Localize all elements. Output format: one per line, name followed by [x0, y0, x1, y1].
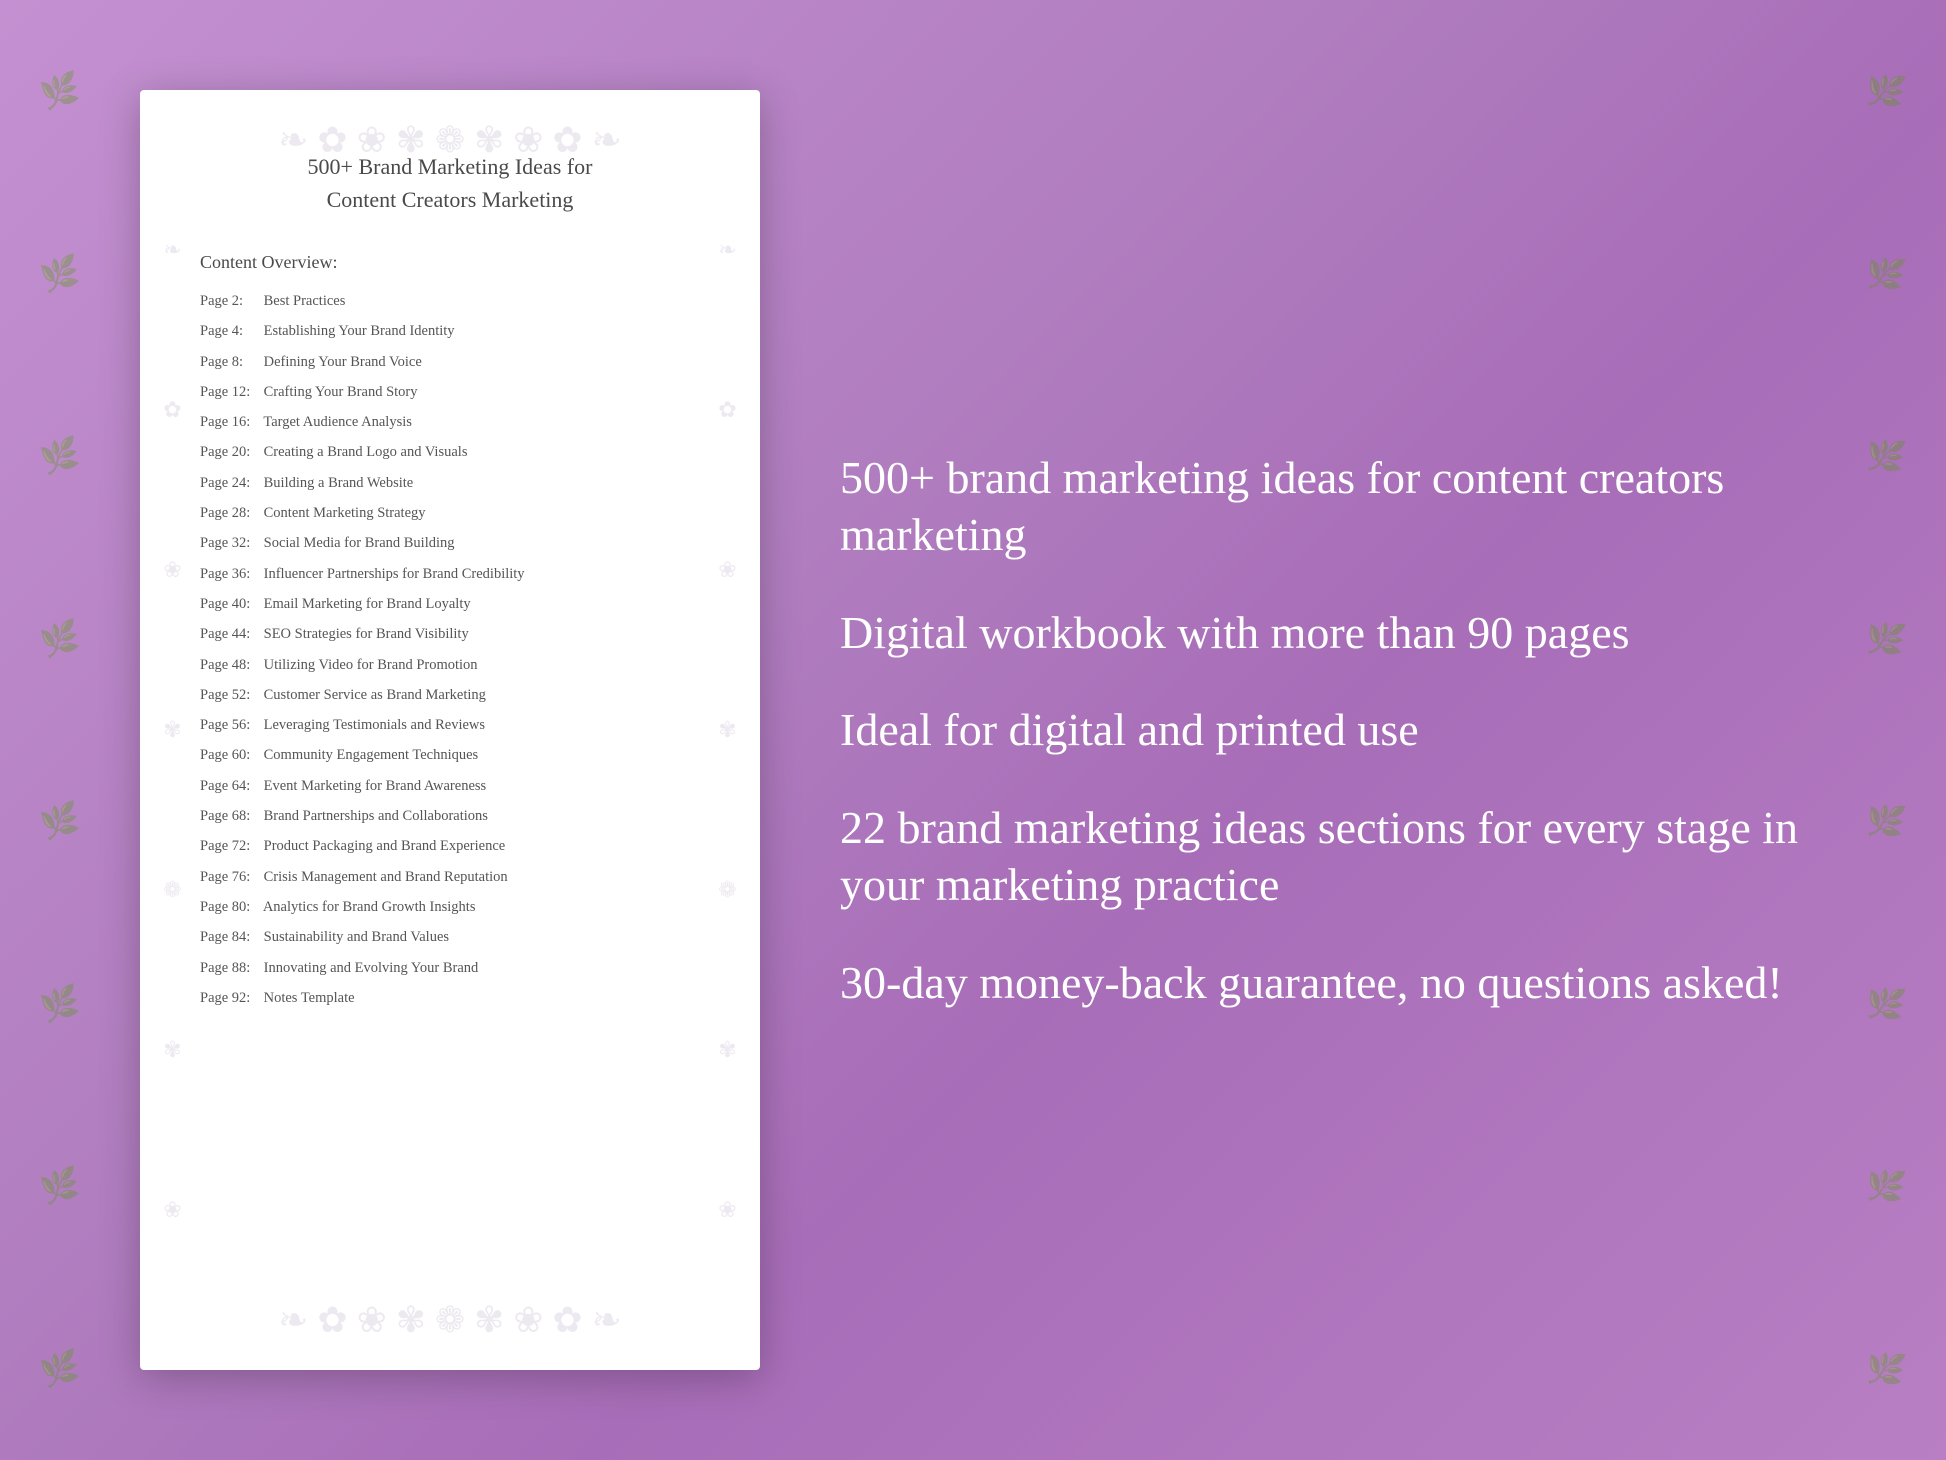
- toc-page-number: Page 36:: [200, 564, 260, 584]
- feature-block-1: 500+ brand marketing ideas for content c…: [840, 449, 1806, 564]
- toc-title: Target Audience Analysis: [260, 414, 412, 430]
- toc-page-number: Page 20:: [200, 442, 260, 462]
- toc-title: Crisis Management and Brand Reputation: [260, 869, 508, 885]
- feature-block-2: Digital workbook with more than 90 pages: [840, 604, 1806, 662]
- feature-block-4: 22 brand marketing ideas sections for ev…: [840, 799, 1806, 914]
- toc-page-number: Page 68:: [200, 806, 260, 826]
- feature-block-3: Ideal for digital and printed use: [840, 701, 1806, 759]
- toc-title: Defining Your Brand Voice: [260, 354, 422, 370]
- toc-row: Page 8: Defining Your Brand Voice: [200, 352, 700, 372]
- toc-row: Page 72: Product Packaging and Brand Exp…: [200, 836, 700, 856]
- toc-page-number: Page 88:: [200, 958, 260, 978]
- toc-page-number: Page 56:: [200, 715, 260, 735]
- toc-title: Email Marketing for Brand Loyalty: [260, 596, 471, 612]
- toc-page-number: Page 60:: [200, 745, 260, 765]
- toc-title: Leveraging Testimonials and Reviews: [260, 717, 485, 733]
- toc-title: Community Engagement Techniques: [260, 747, 478, 763]
- toc-row: Page 84: Sustainability and Brand Values: [200, 927, 700, 947]
- toc-title: Utilizing Video for Brand Promotion: [260, 657, 478, 673]
- toc-row: Page 60: Community Engagement Techniques: [200, 745, 700, 765]
- toc-row: Page 32: Social Media for Brand Building: [200, 533, 700, 553]
- feature-text: 30-day money-back guarantee, no question…: [840, 954, 1806, 1012]
- toc-title: SEO Strategies for Brand Visibility: [260, 626, 469, 642]
- document-preview: ❧ ✿ ❀ ✾ ❁ ✾ ❀ ✿ ❧ ❧✿❀✾❁✾❀ ❧✿❀✾❁✾❀ 500+ B…: [140, 90, 760, 1370]
- toc-title: Analytics for Brand Growth Insights: [260, 899, 475, 915]
- toc-row: Page 2: Best Practices: [200, 291, 700, 311]
- feature-text: 500+ brand marketing ideas for content c…: [840, 449, 1806, 564]
- toc-row: Page 52: Customer Service as Brand Marke…: [200, 685, 700, 705]
- toc-title: Creating a Brand Logo and Visuals: [260, 444, 467, 460]
- toc-page-number: Page 16:: [200, 412, 260, 432]
- toc-page-number: Page 76:: [200, 867, 260, 887]
- doc-floral-right-decoration: ❧✿❀✾❁✾❀: [700, 170, 755, 1290]
- toc-page-number: Page 44:: [200, 624, 260, 644]
- toc-page-number: Page 72:: [200, 836, 260, 856]
- toc-title: Brand Partnerships and Collaborations: [260, 808, 488, 824]
- feature-text: Ideal for digital and printed use: [840, 701, 1806, 759]
- toc-title: Best Practices: [260, 293, 345, 309]
- toc-title: Product Packaging and Brand Experience: [260, 838, 505, 854]
- toc-row: Page 80: Analytics for Brand Growth Insi…: [200, 897, 700, 917]
- toc-title: Social Media for Brand Building: [260, 535, 455, 551]
- toc-title: Influencer Partnerships for Brand Credib…: [260, 566, 525, 582]
- toc-row: Page 12: Crafting Your Brand Story: [200, 382, 700, 402]
- toc-page-number: Page 84:: [200, 927, 260, 947]
- main-layout: ❧ ✿ ❀ ✾ ❁ ✾ ❀ ✿ ❧ ❧✿❀✾❁✾❀ ❧✿❀✾❁✾❀ 500+ B…: [0, 0, 1946, 1460]
- toc-title: Customer Service as Brand Marketing: [260, 687, 486, 703]
- toc-title: Event Marketing for Brand Awareness: [260, 778, 486, 794]
- toc-row: Page 64: Event Marketing for Brand Aware…: [200, 776, 700, 796]
- toc-row: Page 56: Leveraging Testimonials and Rev…: [200, 715, 700, 735]
- toc-row: Page 24: Building a Brand Website: [200, 473, 700, 493]
- toc-title: Establishing Your Brand Identity: [260, 323, 455, 339]
- toc-page-number: Page 52:: [200, 685, 260, 705]
- toc-page-number: Page 92:: [200, 988, 260, 1008]
- toc-page-number: Page 8:: [200, 352, 260, 372]
- doc-floral-left-decoration: ❧✿❀✾❁✾❀: [145, 170, 200, 1290]
- toc-row: Page 40: Email Marketing for Brand Loyal…: [200, 594, 700, 614]
- toc-page-number: Page 64:: [200, 776, 260, 796]
- toc-row: Page 44: SEO Strategies for Brand Visibi…: [200, 624, 700, 644]
- toc-page-number: Page 12:: [200, 382, 260, 402]
- toc-page-number: Page 48:: [200, 655, 260, 675]
- toc-row: Page 48: Utilizing Video for Brand Promo…: [200, 655, 700, 675]
- toc-row: Page 92: Notes Template: [200, 988, 700, 1008]
- toc-title: Content Marketing Strategy: [260, 505, 426, 521]
- toc-page-number: Page 24:: [200, 473, 260, 493]
- toc-row: Page 88: Innovating and Evolving Your Br…: [200, 958, 700, 978]
- doc-floral-top-decoration: ❧ ✿ ❀ ✾ ❁ ✾ ❀ ✿ ❧: [140, 100, 760, 180]
- toc-title: Innovating and Evolving Your Brand: [260, 960, 478, 976]
- toc-section-label: Content Overview:: [200, 252, 700, 273]
- feature-text: 22 brand marketing ideas sections for ev…: [840, 799, 1806, 914]
- feature-block-5: 30-day money-back guarantee, no question…: [840, 954, 1806, 1012]
- toc-page-number: Page 80:: [200, 897, 260, 917]
- toc-row: Page 20: Creating a Brand Logo and Visua…: [200, 442, 700, 462]
- features-panel: 500+ brand marketing ideas for content c…: [820, 449, 1806, 1012]
- toc-page-number: Page 32:: [200, 533, 260, 553]
- toc-title: Building a Brand Website: [260, 475, 413, 491]
- toc-row: Page 68: Brand Partnerships and Collabor…: [200, 806, 700, 826]
- toc-page-number: Page 28:: [200, 503, 260, 523]
- toc-title: Notes Template: [260, 990, 355, 1006]
- toc-row: Page 16: Target Audience Analysis: [200, 412, 700, 432]
- feature-text: Digital workbook with more than 90 pages: [840, 604, 1806, 662]
- toc-row: Page 28: Content Marketing Strategy: [200, 503, 700, 523]
- toc-page-number: Page 4:: [200, 321, 260, 341]
- table-of-contents: Page 2: Best PracticesPage 4: Establishi…: [200, 291, 700, 1008]
- toc-page-number: Page 40:: [200, 594, 260, 614]
- toc-row: Page 36: Influencer Partnerships for Bra…: [200, 564, 700, 584]
- toc-row: Page 4: Establishing Your Brand Identity: [200, 321, 700, 341]
- doc-floral-bottom-decoration: ❧ ✿ ❀ ✾ ❁ ✾ ❀ ✿ ❧: [140, 1280, 760, 1360]
- toc-title: Sustainability and Brand Values: [260, 929, 449, 945]
- toc-page-number: Page 2:: [200, 291, 260, 311]
- toc-title: Crafting Your Brand Story: [260, 384, 418, 400]
- toc-row: Page 76: Crisis Management and Brand Rep…: [200, 867, 700, 887]
